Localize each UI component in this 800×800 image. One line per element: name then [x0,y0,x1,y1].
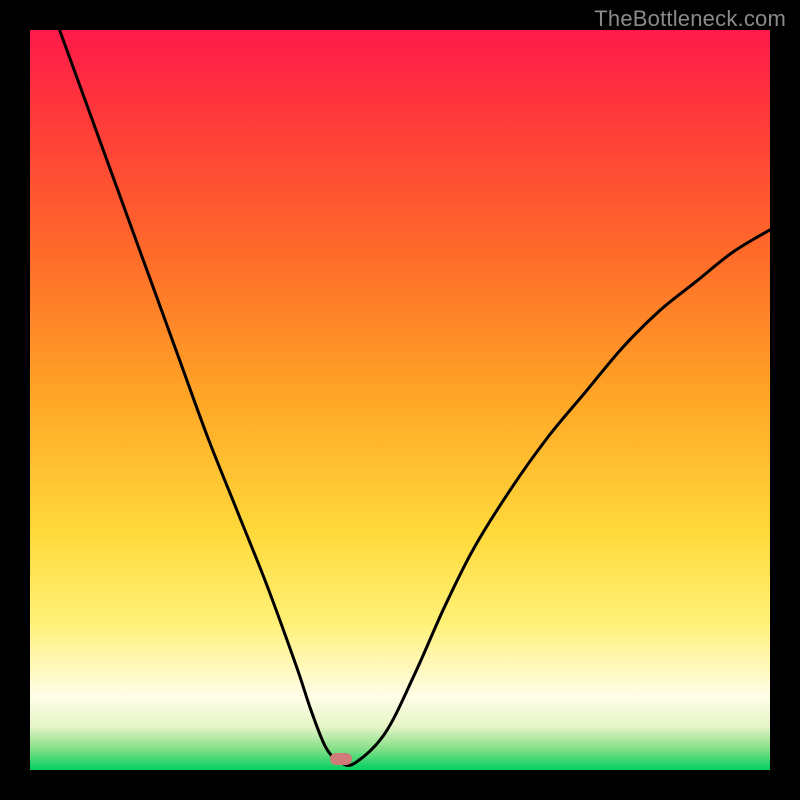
chart-frame: TheBottleneck.com [0,0,800,800]
bottleneck-curve [30,30,770,770]
optimal-point-marker [330,753,352,765]
plot-area [30,30,770,770]
attribution-text: TheBottleneck.com [594,6,786,32]
